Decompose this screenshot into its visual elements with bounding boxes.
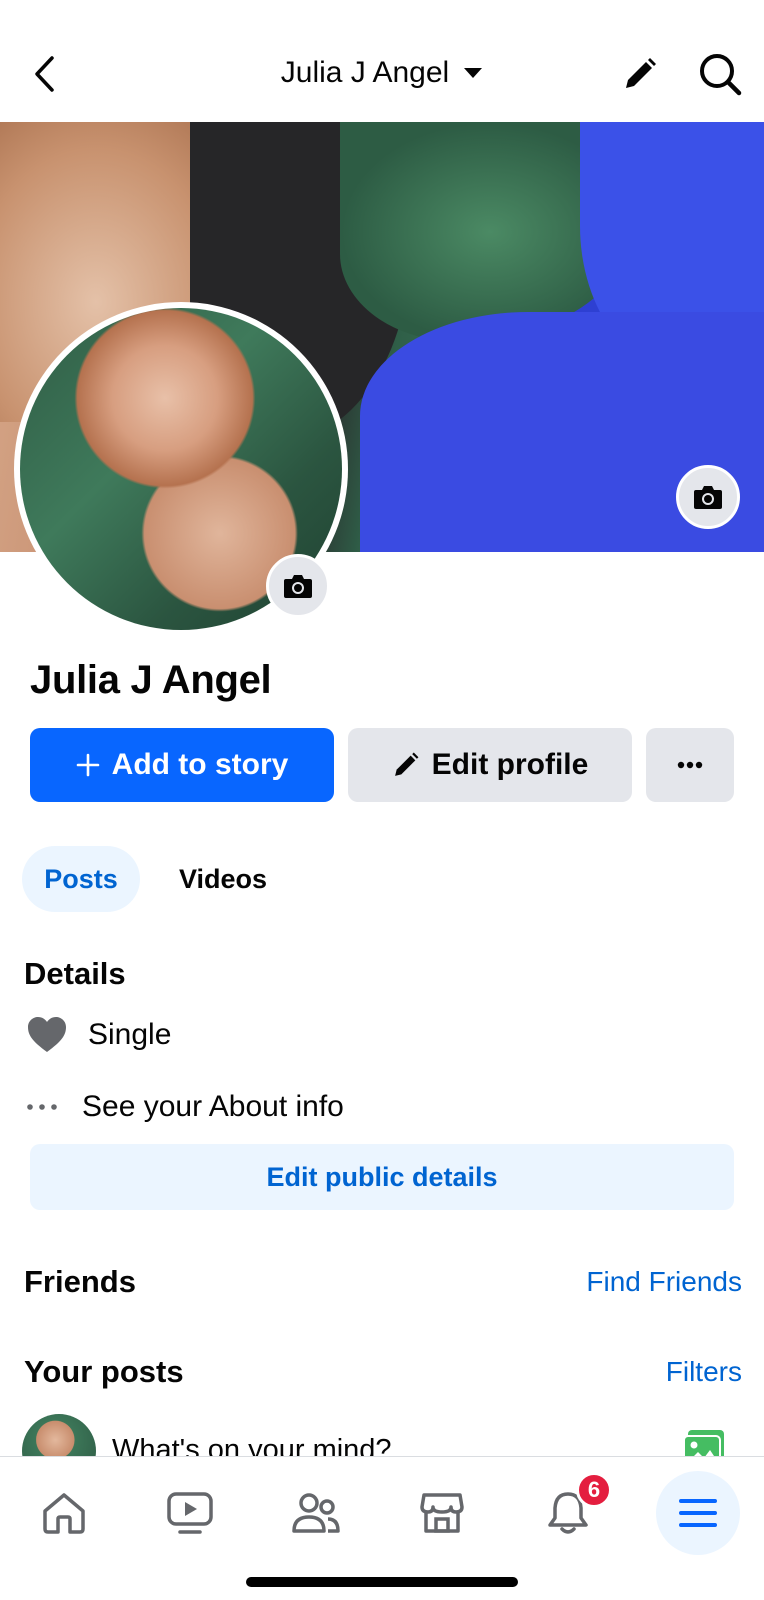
nav-home[interactable]: [22, 1471, 106, 1555]
top-app-bar: Julia J Angel: [0, 0, 764, 122]
edit-profile-picture-button[interactable]: [266, 554, 330, 618]
details-heading: Details: [24, 956, 126, 991]
plus-icon: [76, 753, 99, 777]
home-indicator: [246, 1577, 518, 1587]
nav-marketplace[interactable]: [400, 1471, 484, 1555]
pencil-icon: [394, 752, 419, 776]
tab-videos[interactable]: Videos: [160, 846, 286, 912]
relationship-status: Single: [88, 1018, 172, 1051]
camera-icon: [694, 486, 722, 509]
friends-heading: Friends: [24, 1264, 136, 1299]
search-icon: [700, 54, 742, 96]
search-button[interactable]: [696, 50, 744, 98]
more-options-button[interactable]: [646, 728, 734, 802]
see-about-info-link[interactable]: See your About info: [26, 1090, 344, 1124]
edit-cover-photo-button[interactable]: [676, 465, 740, 529]
add-to-story-button[interactable]: Add to story: [30, 728, 334, 802]
nav-video[interactable]: [148, 1471, 232, 1555]
find-friends-link[interactable]: Find Friends: [586, 1266, 742, 1298]
edit-profile-button[interactable]: Edit profile: [348, 728, 632, 802]
nav-friends[interactable]: [274, 1471, 358, 1555]
more-horizontal-icon: [27, 1104, 57, 1110]
menu-icon: [679, 1499, 717, 1527]
notifications-badge: 6: [576, 1472, 612, 1508]
relationship-row: Single: [26, 1016, 171, 1054]
heart-icon: [28, 1017, 66, 1052]
filters-link[interactable]: Filters: [666, 1356, 742, 1388]
header-title: Julia J Angel: [280, 56, 450, 89]
camera-icon: [284, 575, 312, 598]
see-about-info-label: See your About info: [82, 1090, 344, 1123]
profile-name: Julia J Angel: [30, 658, 272, 702]
caret-down-icon: [464, 68, 483, 78]
add-to-story-label: Add to story: [111, 748, 289, 781]
home-icon: [43, 1493, 85, 1534]
edit-profile-label: Edit profile: [431, 748, 589, 781]
nav-menu[interactable]: [656, 1471, 740, 1555]
marketplace-icon: [420, 1493, 464, 1533]
video-icon: [167, 1492, 213, 1534]
tab-posts[interactable]: Posts: [22, 846, 140, 912]
edit-public-details-button[interactable]: Edit public details: [30, 1144, 734, 1210]
friends-icon: [292, 1493, 340, 1533]
more-horizontal-icon: [677, 761, 703, 769]
your-posts-heading: Your posts: [24, 1354, 184, 1389]
edit-button[interactable]: [618, 52, 662, 96]
pencil-icon: [626, 58, 656, 88]
